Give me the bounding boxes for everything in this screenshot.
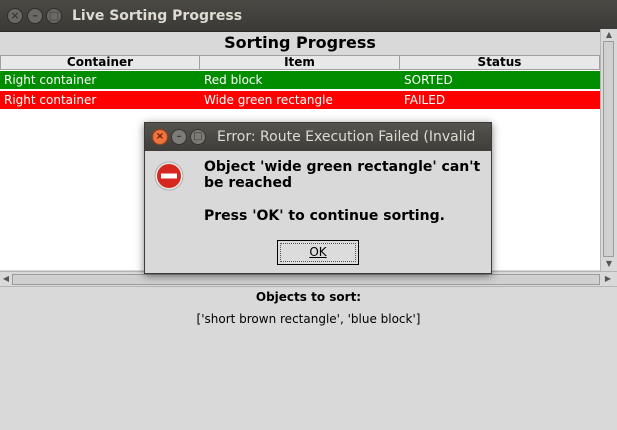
maximize-icon: □ xyxy=(48,9,60,22)
dialog-message: Object 'wide green rectangle' can't be r… xyxy=(204,159,481,191)
objects-to-sort-list: ['short brown rectangle', 'blue block'] xyxy=(196,312,421,326)
cell-container: Right container xyxy=(4,73,97,87)
column-header-item[interactable]: Item xyxy=(199,55,400,70)
window-maximize-button[interactable]: □ xyxy=(46,8,62,24)
dialog-titlebar: × – □ Error: Route Execution Failed (Inv… xyxy=(145,123,491,151)
ok-button-label: OK xyxy=(309,245,327,259)
vertical-scrollbar[interactable]: ▲ ▼ xyxy=(600,29,617,271)
cell-status: FAILED xyxy=(404,93,446,107)
dialog-close-button[interactable]: × xyxy=(152,129,168,145)
cell-item: Red block xyxy=(204,73,263,87)
ok-button[interactable]: OK xyxy=(277,240,359,265)
cell-item: Wide green rectangle xyxy=(204,93,333,107)
vertical-scroll-thumb[interactable] xyxy=(603,41,614,257)
close-icon: × xyxy=(10,9,20,22)
dialog-maximize-button[interactable]: □ xyxy=(190,129,206,145)
dialog-minimize-button[interactable]: – xyxy=(171,129,187,145)
column-header-status[interactable]: Status xyxy=(399,55,600,70)
main-window-titlebar: × – □ Live Sorting Progress xyxy=(0,0,617,32)
page-title: Sorting Progress xyxy=(224,33,376,52)
scroll-right-icon[interactable]: ▶ xyxy=(603,274,613,284)
cell-container: Right container xyxy=(4,93,97,107)
cell-status: SORTED xyxy=(404,73,453,87)
scroll-left-icon[interactable]: ◀ xyxy=(1,274,11,284)
objects-to-sort-label: Objects to sort: xyxy=(255,290,362,304)
scroll-down-icon[interactable]: ▼ xyxy=(604,259,614,269)
table-header: Container Item Status xyxy=(0,55,600,70)
minimize-icon: – xyxy=(176,131,182,142)
close-icon: × xyxy=(155,131,165,142)
horizontal-scroll-thumb[interactable] xyxy=(12,274,600,285)
column-header-container[interactable]: Container xyxy=(0,55,200,70)
scroll-up-icon[interactable]: ▲ xyxy=(604,30,614,40)
maximize-icon: □ xyxy=(193,131,203,142)
error-dialog: × – □ Error: Route Execution Failed (Inv… xyxy=(144,122,492,274)
error-stop-icon xyxy=(154,161,184,191)
dialog-instruction: Press 'OK' to continue sorting. xyxy=(204,208,445,224)
window-minimize-button[interactable]: – xyxy=(27,8,43,24)
minimize-icon: – xyxy=(32,9,38,22)
dialog-title: Error: Route Execution Failed (Invalid xyxy=(217,129,476,145)
table-row[interactable]: Right container Red block SORTED xyxy=(0,71,600,89)
table-row[interactable]: Right container Wide green rectangle FAI… xyxy=(0,91,600,109)
window-title: Live Sorting Progress xyxy=(72,8,243,24)
window-close-button[interactable]: × xyxy=(7,8,23,24)
